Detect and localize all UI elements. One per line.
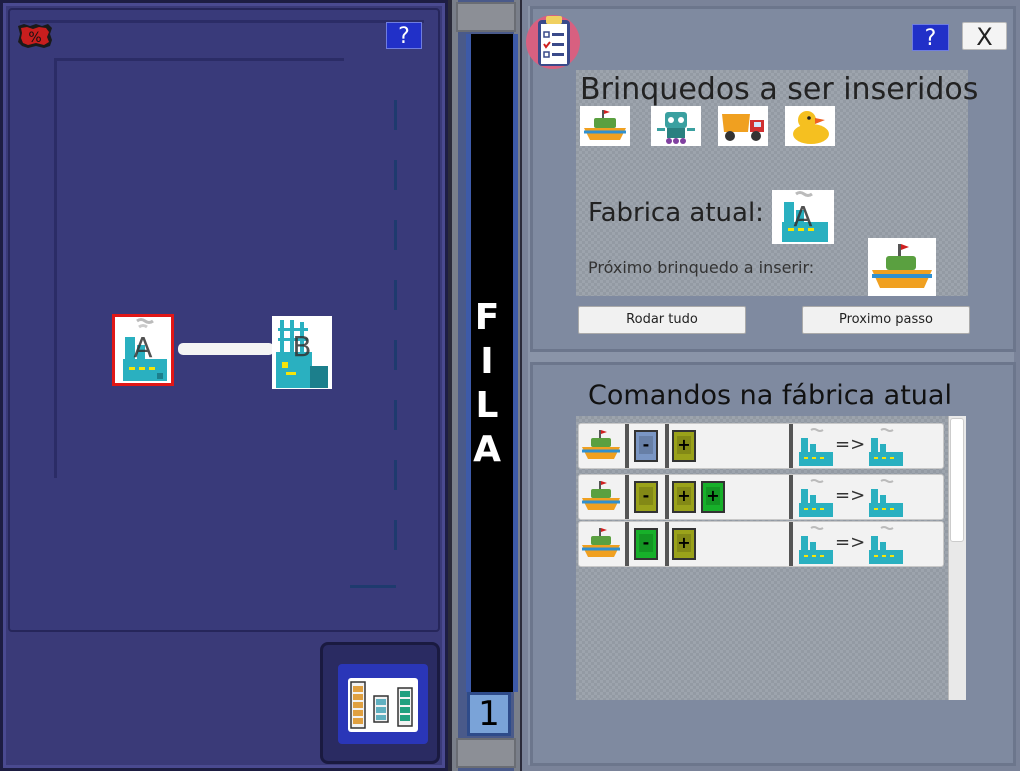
separator [665, 424, 669, 468]
queue-cap-top [456, 2, 516, 32]
factory-icon [799, 479, 833, 517]
queue-letter: L [475, 385, 499, 426]
scrollbar-thumb[interactable] [950, 418, 964, 542]
factory-node-a[interactable]: A [112, 314, 174, 386]
percent-icon[interactable]: % [16, 22, 54, 50]
add-op-icon: + [701, 481, 725, 513]
board-border-line [20, 20, 424, 23]
command-row[interactable]: - + => [578, 423, 944, 469]
commands-title: Comandos na fábrica atual [588, 380, 952, 411]
boat-icon [580, 106, 630, 146]
clipboard-icon [526, 15, 580, 69]
remove-op-icon: - [634, 481, 658, 513]
boat-icon [582, 481, 620, 510]
boat-icon [582, 430, 620, 459]
separator [625, 522, 629, 566]
factory-node-b[interactable]: B [272, 316, 332, 389]
arrow-label: => [835, 532, 866, 553]
separator [789, 424, 793, 468]
queue-label: F I L A [466, 296, 508, 472]
factory-label: A [133, 331, 153, 364]
guide-line [54, 58, 57, 478]
queue-view-button[interactable] [338, 664, 428, 744]
close-button[interactable]: X [962, 22, 1007, 51]
robot-icon [651, 106, 701, 146]
separator [665, 475, 669, 519]
guide-line [54, 58, 344, 61]
factory-icon [869, 526, 903, 564]
help-button[interactable]: ? [912, 24, 949, 51]
factory-icon [799, 526, 833, 564]
boat-icon [582, 528, 620, 557]
factory-icon [869, 479, 903, 517]
guide-line [394, 100, 397, 570]
factory-icon [799, 428, 833, 466]
toys-title: Brinquedos a ser inseridos [580, 72, 979, 107]
run-all-button[interactable]: Rodar tudo [578, 306, 746, 334]
current-factory-letter: A [793, 200, 813, 233]
current-factory-label: Fabrica atual: [588, 198, 764, 228]
add-op-icon: + [672, 528, 696, 560]
help-button[interactable]: ? [386, 22, 422, 49]
separator [625, 424, 629, 468]
factory-board: % ? A B [0, 0, 448, 771]
queue-count: 1 [467, 692, 511, 736]
next-toy-label: Próximo brinquedo a inserir: [588, 258, 815, 277]
command-row[interactable]: - + + => [578, 474, 944, 520]
current-factory-icon: A [772, 190, 834, 244]
separator [789, 475, 793, 519]
command-row[interactable]: - + => [578, 521, 944, 567]
queue-letter: A [473, 429, 501, 470]
separator [789, 522, 793, 566]
add-op-icon: + [672, 430, 696, 462]
boat-icon [868, 238, 936, 296]
svg-text:%: % [28, 30, 41, 46]
guide-line [350, 585, 396, 588]
remove-op-icon: - [634, 528, 658, 560]
separator [665, 522, 669, 566]
remove-op-icon: - [634, 430, 658, 462]
add-op-icon: + [672, 481, 696, 513]
queue-letter: I [480, 341, 494, 382]
arrow-label: => [835, 434, 866, 455]
truck-icon [718, 106, 768, 146]
queue-letter: F [474, 297, 500, 338]
factory-icon [869, 428, 903, 466]
factory-label: B [292, 330, 312, 363]
arrow-label: => [835, 485, 866, 506]
queue-view-icon [348, 678, 418, 732]
duck-icon [785, 106, 835, 146]
board-canvas [8, 8, 440, 632]
queue-cap-bottom [456, 738, 516, 768]
next-step-button[interactable]: Proximo passo [802, 306, 970, 334]
separator [625, 475, 629, 519]
factory-connection [178, 343, 274, 355]
